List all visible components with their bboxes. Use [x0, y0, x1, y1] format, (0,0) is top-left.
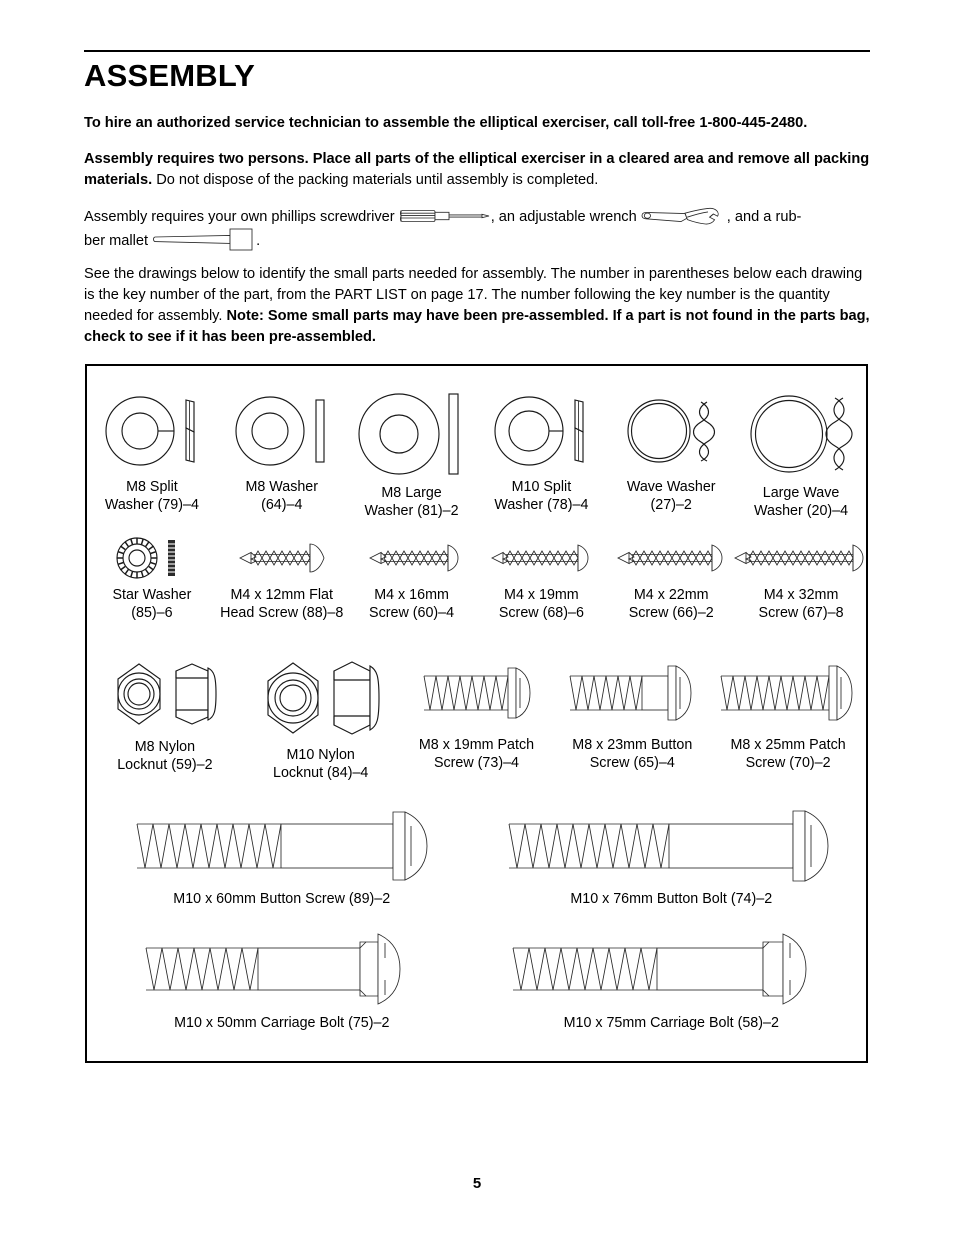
m8-19mm-patch-screw-icon — [410, 654, 542, 732]
part-m10-76mm-button-bolt: M10 x 76mm Button Bolt (74)–2 — [477, 806, 867, 926]
part-caption: Large Wave Washer (20)–4 — [754, 485, 849, 519]
part-m10-75mm-carriage-bolt: M10 x 75mm Carriage Bolt (58)–2 — [477, 928, 867, 1053]
part-caption: M8 Washer (64)–4 — [245, 479, 319, 513]
page-number: 5 — [472, 1175, 482, 1192]
parts-row-carriage-bolts: M10 x 50mm Carriage Bolt (75)–2 M10 x 75… — [87, 928, 866, 1053]
paragraph-two-persons: Assembly requires two persons. Place all… — [84, 149, 874, 191]
part-caption: Star Washer (85)–6 — [112, 587, 192, 621]
m10-nylon-locknut-icon — [258, 654, 384, 742]
part-m4-12mm-flat-head-screw: M4 x 12mm Flat Head Screw (88)–8 — [217, 534, 347, 644]
part-caption: M4 x 19mm Screw (68)–6 — [498, 587, 584, 621]
m4-19mm-screw-icon — [482, 534, 600, 582]
m4-12mm-flat-head-screw-icon — [224, 534, 340, 582]
part-caption: M4 x 12mm Flat Head Screw (88)–8 — [220, 587, 344, 621]
part-m10-nylon-locknut: M10 Nylon Locknut (84)–4 — [243, 654, 399, 784]
part-caption: M8 x 25mm Patch Screw (70)–2 — [730, 737, 846, 771]
parts-row-locknuts-bolts: M8 Nylon Locknut (59)–2 M10 Nylon Locknu… — [87, 654, 866, 784]
part-m8-25mm-patch-screw: M8 x 25mm Patch Screw (70)–2 — [710, 654, 866, 784]
part-wave-washer: Wave Washer (27)–2 — [606, 388, 736, 528]
part-caption: M10 x 60mm Button Screw (89)–2 — [173, 891, 391, 907]
part-m4-16mm-screw: M4 x 16mm Screw (60)–4 — [347, 534, 477, 644]
m4-22mm-screw-icon — [610, 534, 732, 582]
tools-text-2: , an adjustable wrench — [490, 208, 641, 225]
part-m8-23mm-button-screw: M8 x 23mm Button Screw (65)–4 — [554, 654, 710, 784]
manual-page: ASSEMBLY To hire an authorized service t… — [0, 0, 954, 1235]
part-caption: M8 Nylon Locknut (59)–2 — [117, 739, 213, 773]
two-persons-rest-text: Do not dispose of the packing materials … — [152, 172, 599, 188]
part-caption: M4 x 22mm Screw (66)–2 — [628, 587, 714, 621]
part-m10-60mm-button-screw: M10 x 60mm Button Screw (89)–2 — [87, 806, 477, 926]
tools-text-5: . — [256, 232, 261, 249]
paragraph-tools: Assembly requires your own phillips scre… — [84, 206, 874, 254]
part-star-washer: Star Washer (85)–6 — [87, 534, 217, 644]
part-caption: M10 Nylon Locknut (84)–4 — [273, 747, 369, 781]
star-washer-icon — [112, 534, 192, 582]
part-m8-split-washer: M8 Split Washer (79)–4 — [87, 388, 217, 528]
part-m10-split-washer: M10 Split Washer (78)–4 — [476, 388, 606, 528]
tools-text-4: ber mallet — [84, 232, 153, 249]
part-caption: M10 x 76mm Button Bolt (74)–2 — [570, 891, 773, 907]
part-m10-50mm-carriage-bolt: M10 x 50mm Carriage Bolt (75)–2 — [87, 928, 477, 1053]
paragraph-hire-technician: To hire an authorized service technician… — [84, 113, 874, 134]
large-wave-washer-icon — [747, 388, 855, 480]
hire-technician-text: To hire an authorized service technician… — [84, 115, 808, 131]
m10-split-washer-icon — [489, 388, 593, 474]
wave-washer-icon — [621, 388, 721, 474]
m10-60mm-button-screw-icon — [123, 806, 441, 886]
tools-text-1: Assembly requires your own phillips scre… — [84, 208, 399, 225]
paragraph-drawings-intro: See the drawings below to identify the s… — [84, 264, 874, 348]
tools-text-3: , and a rub- — [726, 208, 802, 225]
m8-25mm-patch-screw-icon — [715, 654, 861, 732]
header-rule — [84, 50, 870, 52]
rubber-mallet-icon — [152, 227, 256, 253]
parts-identification-box: M8 Split Washer (79)–4 M8 Washer (64)–4 — [85, 364, 868, 1063]
part-m8-19mm-patch-screw: M8 x 19mm Patch Screw (73)–4 — [399, 654, 555, 784]
adjustable-wrench-icon — [641, 205, 727, 227]
part-caption: M4 x 16mm Screw (60)–4 — [369, 587, 455, 621]
part-caption: M10 x 75mm Carriage Bolt (58)–2 — [563, 1015, 779, 1031]
m8-washer-icon — [230, 388, 334, 474]
parts-row-screws: Star Washer (85)–6 M4 x 12mm Flat Head S… — [87, 534, 866, 644]
part-caption: M8 x 23mm Button Screw (65)–4 — [572, 737, 693, 771]
part-caption: Wave Washer (27)–2 — [626, 479, 716, 513]
part-large-wave-washer: Large Wave Washer (20)–4 — [736, 388, 866, 528]
page-title: ASSEMBLY — [84, 58, 255, 93]
m8-large-washer-icon — [357, 388, 467, 480]
part-caption: M8 Large Washer (81)–2 — [364, 485, 459, 519]
part-m4-22mm-screw: M4 x 22mm Screw (66)–2 — [606, 534, 736, 644]
m10-76mm-button-bolt-icon — [499, 806, 843, 886]
part-m8-large-washer: M8 Large Washer (81)–2 — [347, 388, 477, 528]
part-caption: M8 x 19mm Patch Screw (73)–4 — [418, 737, 535, 771]
part-m4-19mm-screw: M4 x 19mm Screw (68)–6 — [476, 534, 606, 644]
part-caption: M4 x 32mm Screw (67)–8 — [758, 587, 844, 621]
m10-75mm-carriage-bolt-icon — [503, 928, 839, 1010]
m8-split-washer-icon — [100, 388, 204, 474]
part-caption: M8 Split Washer (79)–4 — [104, 479, 199, 513]
part-m8-nylon-locknut: M8 Nylon Locknut (59)–2 — [87, 654, 243, 784]
part-caption: M10 Split Washer (78)–4 — [494, 479, 589, 513]
part-caption: M10 x 50mm Carriage Bolt (75)–2 — [174, 1015, 390, 1031]
m8-nylon-locknut-icon — [106, 654, 224, 734]
parts-row-washers: M8 Split Washer (79)–4 M8 Washer (64)–4 — [87, 388, 866, 528]
m10-50mm-carriage-bolt-icon — [132, 928, 432, 1010]
part-m4-32mm-screw: M4 x 32mm Screw (67)–8 — [734, 534, 866, 644]
m4-32mm-screw-icon — [731, 534, 871, 582]
screwdriver-icon — [399, 207, 491, 225]
part-m8-washer: M8 Washer (64)–4 — [217, 388, 347, 528]
m8-23mm-button-screw-icon — [562, 654, 702, 732]
parts-row-button-bolts: M10 x 60mm Button Screw (89)–2 M10 x 76m… — [87, 806, 866, 926]
m4-16mm-screw-icon — [356, 534, 468, 582]
